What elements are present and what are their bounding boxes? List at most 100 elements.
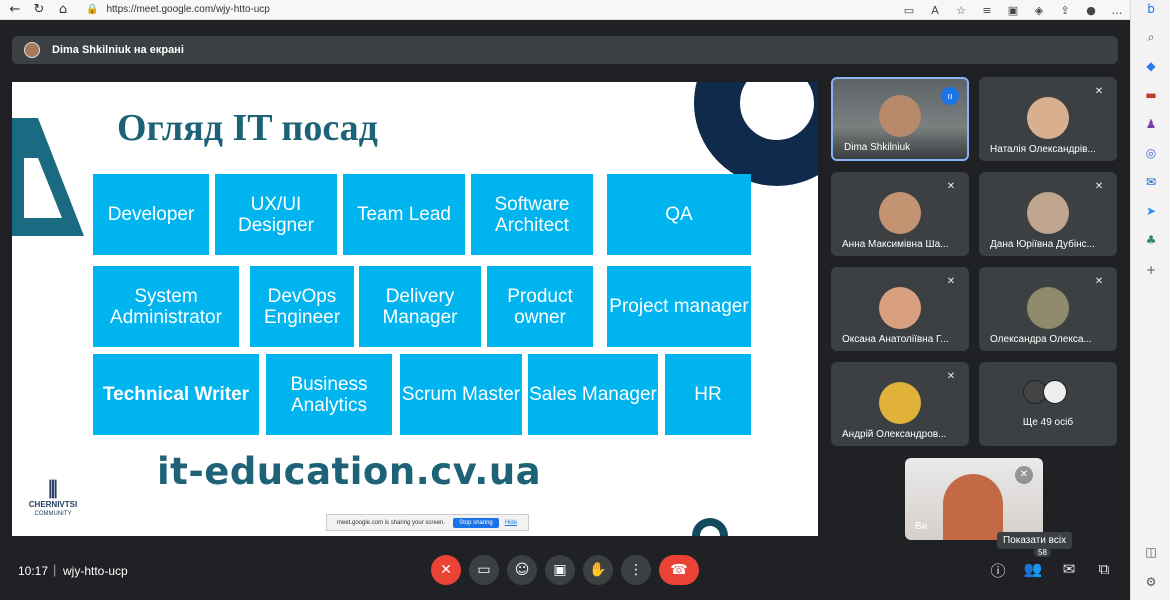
more-avatars [1023,380,1067,404]
send-icon[interactable]: ➤ [1141,204,1161,222]
favorite-icon[interactable]: ☆ [948,4,974,17]
extensions-icon[interactable]: ◈ [1026,4,1052,17]
chat-icon[interactable]: ✉ [1058,560,1080,582]
reactions-button[interactable]: ☺ [507,555,537,585]
chernivtsi-logo: ⫼ CHERNIVTSI COMMUNITY [18,480,88,518]
add-icon[interactable]: + [1141,263,1161,281]
role-box-sales-manager: Sales Manager [528,354,658,435]
logo-mark-icon: ⫼ [48,479,58,501]
read-aloud-icon[interactable]: A [922,4,948,17]
participant-name: Дана Юріївна Дубінс... [990,239,1095,250]
raise-hand-button[interactable]: ✋ [583,555,613,585]
role-box-software-architect: Software Architect [471,174,593,255]
tree-icon[interactable]: ♣ [1141,233,1161,251]
mic-off-icon: ✕ [946,181,956,192]
mic-off-icon: ✕ [946,371,956,382]
people-icon[interactable]: 👥 [1022,560,1044,582]
participant-tile[interactable]: ✕ Наталія Олександрів... [979,77,1117,161]
participant-tile[interactable]: ✕ Дана Юріївна Дубінс... [979,172,1117,256]
self-label: Ви [915,521,928,532]
role-box-developer: Developer [93,174,209,255]
office-icon[interactable]: ◎ [1141,146,1161,164]
camera-permission-icon[interactable]: ▭ [896,4,922,17]
logo-line1: CHERNIVTSI [28,500,78,509]
lock-icon: 🔒 [86,4,99,15]
role-box-system-administrator: System Administrator [93,266,239,347]
bing-icon[interactable]: b [1141,2,1161,20]
search-icon[interactable]: ⌕ [1141,30,1161,48]
participant-tile[interactable]: ✕ Анна Максимівна Ша... [831,172,969,256]
ring-decoration [694,82,818,186]
camera-button[interactable]: ▭ [469,555,499,585]
avatar [879,382,921,424]
slide-title: Огляд IT посад [117,107,378,149]
more-options-button[interactable]: ⋮ [621,555,651,585]
back-icon[interactable]: ← [6,1,24,19]
self-view-tile[interactable]: ✕ Ви [905,458,1043,540]
leave-call-button[interactable]: ☎ [659,555,699,585]
phone-hangup-icon: ☎ [670,562,688,578]
favorites-icon[interactable]: ≡ [974,4,1000,17]
participant-name: Dima Shkilniuk [844,142,911,153]
browser-actions: ▭ A ☆ ≡ ▣ ◈ ⇪ ● … [896,0,1130,20]
presenter-label: Dima Shkilniuk на екрані [52,44,184,56]
avatar [1043,380,1067,404]
participant-name: Наталія Олександрів... [990,144,1096,155]
role-box-ux-ui-designer: UX/UI Designer [215,174,337,255]
info-icon[interactable]: ⓘ [987,560,1009,582]
emoji-icon: ☺ [514,562,530,578]
avatar [1027,97,1069,139]
role-box-devops-engineer: DevOps Engineer [250,266,354,347]
participant-tile[interactable]: ✕ Андрій Олександров... [831,362,969,446]
participant-tile[interactable]: ✕ Олександра Олекса... [979,267,1117,351]
avatar [24,42,40,58]
home-icon[interactable]: ⌂ [54,1,72,19]
clock: 10:17 [18,564,49,578]
edge-sidebar: b ⌕ ◆ ▬ ♟ ◎ ✉ ➤ ♣ + ◫ ⚙ [1130,0,1170,600]
settings-icon[interactable]: ⚙ [1141,575,1161,593]
avatar [879,192,921,234]
collections-icon[interactable]: ▣ [1000,4,1026,17]
participant-tile[interactable]: ✕ Оксана Анатоліївна Г... [831,267,969,351]
mic-off-icon: ✕ [1094,181,1104,192]
games-icon[interactable]: ♟ [1141,117,1161,135]
role-box-project-manager: Project manager [607,266,751,347]
role-box-scrum-master: Scrum Master [400,354,522,435]
role-box-qa: QA [607,174,751,255]
address-bar[interactable]: 🔒 https://meet.google.com/wjy-htto-ucp [86,4,270,15]
mic-off-icon: ✕ [946,276,956,287]
speaking-indicator-icon: ıı [941,87,959,105]
outlook-icon[interactable]: ✉ [1141,175,1161,193]
camera-icon: ▭ [477,562,491,578]
more-icon[interactable]: … [1104,4,1130,17]
share-icon[interactable]: ⇪ [1052,4,1078,17]
role-box-product-owner: Product owner [487,266,593,347]
sidebar-toggle-icon[interactable]: ◫ [1141,545,1161,563]
mic-off-icon: ✕ [1015,466,1033,484]
profile-icon[interactable]: ● [1078,4,1104,17]
present-button[interactable]: ▣ [545,555,575,585]
tools-icon[interactable]: ▬ [1141,88,1161,106]
participant-name: Анна Максимівна Ша... [842,239,949,250]
avatar [1027,287,1069,329]
share-notice-text: meet.google.com is sharing your screen. [337,519,446,526]
shared-screen: Огляд IT посад Developer UX/UI Designer … [12,82,818,536]
mic-off-icon: ✕ [440,562,452,578]
hide-link[interactable]: Hide [505,520,517,526]
browser-toolbar: ← ↻ ⌂ 🔒 https://meet.google.com/wjy-htto… [0,0,1130,20]
participant-tile-presenter[interactable]: ıı Dima Shkilniuk [831,77,969,161]
url-text: https://meet.google.com/wjy-htto-ucp [106,4,270,15]
role-box-hr: HR [665,354,751,435]
participant-name: Андрій Олександров... [842,429,947,440]
mic-off-button[interactable]: ✕ [431,555,461,585]
more-participants-tile[interactable]: Ще 49 осіб [979,362,1117,446]
mic-off-icon: ✕ [1094,276,1104,287]
stop-sharing-button[interactable]: Stop sharing [453,517,499,528]
more-vert-icon: ⋮ [629,562,643,578]
presenter-banner: Dima Shkilniuk на екрані [12,36,1118,64]
role-box-technical-writer: Technical Writer [93,354,259,435]
shopping-icon[interactable]: ◆ [1141,59,1161,77]
activities-icon[interactable]: ⧉ [1093,560,1115,582]
more-participants-label: Ще 49 осіб [1022,417,1074,428]
reload-icon[interactable]: ↻ [30,1,48,19]
